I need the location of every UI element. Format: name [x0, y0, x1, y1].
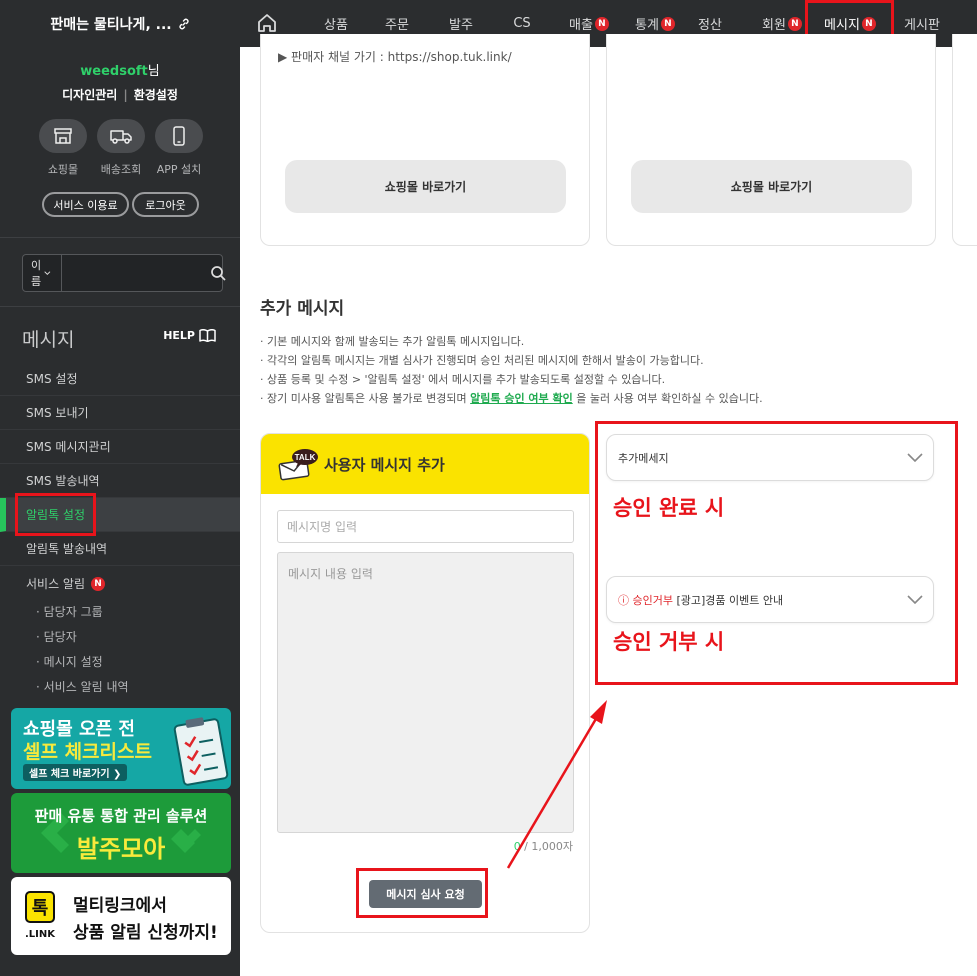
approved-message-dropdown[interactable]: 추가메세지	[606, 434, 934, 481]
design-manage-link[interactable]: 디자인관리	[62, 88, 117, 102]
sidebar-subitem-message-settings[interactable]: · 메시지 설정	[36, 653, 103, 670]
highlight-box-submit	[356, 868, 488, 918]
new-badge: N	[660, 16, 675, 31]
banner-baljumoa[interactable]: 판매 유통 통합 관리 솔루션 발주모아	[11, 793, 231, 873]
settings-link[interactable]: 환경설정	[134, 88, 178, 102]
new-badge: N	[594, 16, 609, 31]
quick-app-install[interactable]: APP 설치	[155, 119, 203, 177]
annotation-rejected: 승인 거부 시	[613, 630, 725, 654]
svg-text:TALK: TALK	[295, 453, 316, 462]
user-greeting: weedsoft님	[80, 64, 160, 79]
chevron-down-icon	[907, 453, 923, 462]
home-icon	[258, 14, 276, 32]
search-button[interactable]	[210, 265, 226, 281]
sidebar-item-service-alarm[interactable]: 서비스 알림 N	[26, 575, 106, 592]
help-button[interactable]: HELP	[163, 329, 216, 342]
new-badge: N	[91, 576, 106, 591]
truck-icon	[110, 130, 132, 144]
sidebar-search: 이름	[22, 254, 226, 292]
sidebar-subitem-alarm-history[interactable]: · 서비스 알림 내역	[36, 678, 129, 695]
brand[interactable]: 판매는 물티나게, ...	[0, 0, 240, 47]
tuklink-logo: 톡	[25, 891, 55, 923]
message-name-input[interactable]: 메시지명 입력	[277, 510, 574, 543]
description-line: · 장기 미사용 알림톡은 사용 불가로 변경되며 알림톡 승인 여부 확인 을…	[260, 392, 763, 405]
service-fee-button[interactable]: 서비스 이용료	[42, 192, 129, 217]
seller-channel-link[interactable]: ▶ 판매자 채널 가기 : https://shop.tuk.link/	[278, 48, 512, 65]
book-icon	[199, 329, 216, 342]
go-to-shop-button[interactable]: 쇼핑몰 바로가기	[631, 160, 912, 213]
highlight-box-alimtalk-settings	[15, 493, 96, 536]
search-icon	[211, 266, 226, 281]
shop-card-1: ▶ 판매자 채널 가기 : https://shop.tuk.link/ 쇼핑몰…	[260, 34, 590, 246]
chevron-down-icon	[907, 595, 923, 604]
home-button[interactable]	[256, 12, 282, 36]
search-input[interactable]	[62, 255, 211, 291]
user-message-compose-card: TALK 사용자 메시지 추가 메시지명 입력 메시지 내용 입력 0 / 1,…	[260, 433, 590, 933]
rejected-message-dropdown[interactable]: ⓘ 승인거부 [광고]경품 이벤트 안내	[606, 576, 934, 623]
banner-self-checklist[interactable]: 쇼핑몰 오픈 전 셀프 체크리스트 셀프 체크 바로가기 ❯	[11, 708, 231, 789]
description-line: · 기본 메시지와 함께 발송되는 추가 알림톡 메시지입니다.	[260, 335, 525, 348]
logout-button[interactable]: 로그아웃	[132, 192, 199, 217]
go-to-shop-button[interactable]: 쇼핑몰 바로가기	[285, 160, 566, 213]
extra-message-title: 추가 메시지	[260, 299, 345, 319]
shop-card-3	[952, 34, 977, 246]
shop-card-2: 쇼핑몰 바로가기	[606, 34, 936, 246]
rejected-status: ⓘ 승인거부	[618, 593, 673, 607]
talk-envelope-icon: TALK	[278, 449, 318, 481]
account-links: 디자인관리 | 환경설정	[62, 88, 178, 102]
compose-header: TALK 사용자 메시지 추가	[261, 434, 589, 494]
divider	[0, 237, 240, 238]
store-icon	[54, 128, 72, 144]
divider	[0, 306, 240, 307]
message-body-textarea[interactable]: 메시지 내용 입력	[277, 552, 574, 833]
sidebar-item-alimtalk-history[interactable]: 알림톡 발송내역	[0, 532, 240, 566]
annotation-approved: 승인 완료 시	[613, 496, 725, 520]
description-line: · 상품 등록 및 수정 > '알림톡 설정' 에서 메시지를 추가 발송되도록…	[260, 373, 666, 386]
clipboard-icon	[173, 717, 229, 786]
chevron-down-icon	[44, 271, 51, 276]
link-icon	[179, 18, 189, 29]
char-counter: 0 / 1,000자	[513, 840, 573, 853]
sidebar-item-sms-settings[interactable]: SMS 설정	[0, 362, 240, 396]
sidebar-subitem-manager[interactable]: · 담당자	[36, 628, 77, 645]
search-type-select[interactable]: 이름	[23, 255, 63, 291]
banner-multilink[interactable]: 톡 .LINK 멀티링크에서 상품 알림 신청까지!	[11, 877, 231, 955]
user-name: weedsoft	[80, 64, 148, 79]
sidebar-item-sms-messages[interactable]: SMS 메시지관리	[0, 430, 240, 464]
description-line: · 각각의 알림톡 메시지는 개별 심사가 진행되며 승인 처리된 메시지에 한…	[260, 354, 704, 367]
brand-title: 판매는 물티나게, ...	[50, 16, 172, 33]
sidebar-item-sms-send[interactable]: SMS 보내기	[0, 396, 240, 430]
section-title: 메시지	[22, 329, 75, 351]
new-badge: N	[787, 16, 802, 31]
quick-delivery[interactable]: 배송조회	[97, 119, 145, 177]
phone-icon	[173, 126, 185, 146]
banner-cta: 셀프 체크 바로가기 ❯	[23, 764, 128, 781]
quick-shop[interactable]: 쇼핑몰	[39, 119, 87, 177]
compose-title: 사용자 메시지 추가	[324, 455, 445, 474]
approval-check-link[interactable]: 알림톡 승인 여부 확인	[470, 392, 573, 405]
sidebar-subitem-manager-group[interactable]: · 담당자 그룹	[36, 603, 103, 620]
